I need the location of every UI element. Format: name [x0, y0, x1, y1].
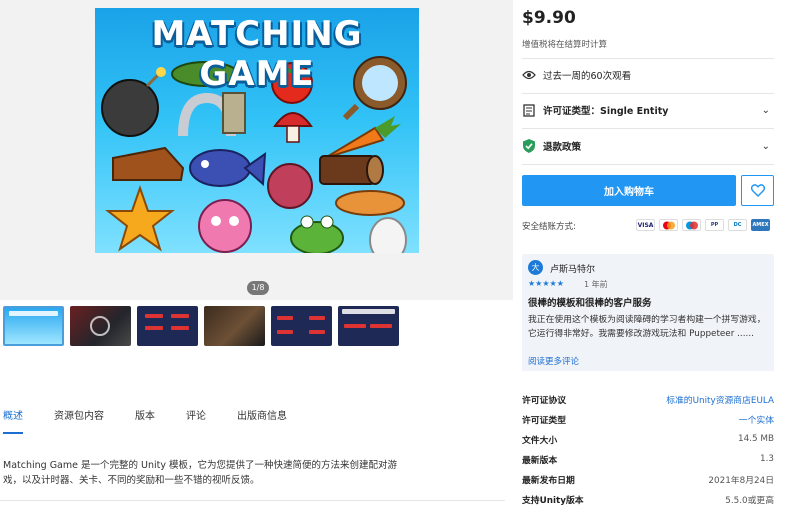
slide-counter: 1/8 [247, 281, 269, 295]
add-to-cart-button[interactable]: 加入购物车 [522, 175, 736, 206]
read-more-reviews-link[interactable]: 阅读更多评论 [528, 355, 579, 367]
chevron-down-icon: ⌄ [761, 140, 770, 152]
payment-methods: VISA PP DC AMEX [636, 219, 770, 231]
divider [0, 500, 505, 501]
thumbnail-button-shape [145, 314, 163, 318]
detail-row-release-date: 最新发布日期 2021年8月24日 [522, 469, 774, 489]
license-type-label: 许可证类型：Single Entity [543, 106, 669, 117]
detail-key: 文件大小 [522, 435, 558, 446]
detail-row-license-type: 许可证类型 一个实体 [522, 409, 774, 429]
star-rating: ★★★★★ [528, 279, 564, 288]
detail-value: 14.5 MB [737, 434, 774, 444]
thumbnail-button-shape [171, 326, 189, 330]
tab-releases[interactable]: 版本 [135, 407, 155, 434]
heart-icon [750, 184, 765, 197]
price: $9.90 [522, 8, 576, 28]
secure-payment-label: 安全结账方式: [522, 222, 576, 232]
detail-row-unity-version: 支持Unity版本 5.5.0或更高 [522, 489, 774, 507]
tab-package-content[interactable]: 资源包内容 [54, 407, 104, 434]
thumbnail-title-bar [342, 309, 395, 314]
media-gallery: MATCHING GAME 1/8 [0, 0, 513, 300]
eula-link[interactable]: 标准的Unity资源商店EULA [666, 393, 774, 406]
amex-icon: AMEX [751, 219, 770, 231]
thumbnail-strip [3, 306, 399, 346]
content-tabs: 概述 资源包内容 版本 评论 出版商信息 [3, 407, 318, 434]
detail-row-eula: 许可证协议 标准的Unity资源商店EULA [522, 389, 774, 409]
thumbnail-3[interactable] [137, 306, 198, 346]
paypal-icon: PP [705, 219, 724, 231]
divider [522, 164, 774, 165]
detail-key: 支持Unity版本 [522, 495, 584, 506]
refund-policy-label: 退款政策 [543, 142, 582, 153]
detail-value: 5.5.0或更高 [725, 495, 774, 506]
favorite-button[interactable] [741, 175, 774, 206]
asset-store-page: MATCHING GAME 1/8 概述 资源包内容 版本 评论 出版商信息 M… [0, 0, 800, 507]
tab-overview[interactable]: 概述 [3, 407, 23, 434]
detail-key: 许可证类型 [522, 415, 566, 426]
refund-policy-dropdown[interactable]: 退款政策 ⌄ [522, 137, 774, 155]
tab-reviews[interactable]: 评论 [186, 407, 206, 434]
play-icon [90, 316, 110, 336]
maestro-icon [682, 219, 701, 231]
detail-row-latest-version: 最新版本 1.3 [522, 449, 774, 469]
thumbnail-4[interactable] [204, 306, 265, 346]
overview-description: Matching Game 是一个完整的 Unity 模板，它为您提供了一种快速… [3, 460, 398, 486]
thumbnail-button-shape [171, 314, 189, 318]
detail-value: 2021年8月24日 [708, 475, 774, 486]
thumbnail-button-shape [145, 326, 163, 330]
thumbnail-5[interactable] [271, 306, 332, 346]
thumbnail-button-shape [370, 324, 392, 328]
thumbnail-1[interactable] [3, 306, 64, 346]
review-card: 大 卢斯马特尔 ★★★★★ 1 年前 很棒的模板和很棒的客户服务 我正在使用这个… [522, 254, 774, 371]
review-title: 很棒的模板和很棒的客户服务 [528, 298, 652, 309]
thumbnail-button-shape [277, 330, 293, 334]
detail-row-file-size: 文件大小 14.5 MB [522, 429, 774, 449]
diners-club-icon: DC [728, 219, 747, 231]
avatar: 大 [528, 260, 543, 275]
detail-key: 许可证协议 [522, 395, 566, 406]
hero-title: MATCHING GAME [151, 14, 363, 94]
hero-image[interactable]: MATCHING GAME [95, 8, 419, 253]
view-count-text: 过去一周的60次观看 [543, 71, 632, 82]
review-author: 卢斯马特尔 [550, 265, 596, 275]
view-count: 过去一周的60次观看 [522, 66, 774, 84]
tab-publisher-info[interactable]: 出版商信息 [237, 407, 287, 434]
thumbnail-title-bar [9, 311, 58, 316]
divider [522, 58, 774, 59]
license-type-link[interactable]: 一个实体 [739, 413, 774, 426]
tax-note: 增值税将在结算时计算 [522, 40, 608, 50]
visa-icon: VISA [636, 219, 655, 231]
mastercard-icon [659, 219, 678, 231]
thumbnail-button-shape [309, 316, 325, 320]
detail-key: 最新发布日期 [522, 475, 575, 486]
eye-icon [522, 68, 536, 82]
thumbnail-button-shape [344, 324, 366, 328]
detail-value: 1.3 [760, 454, 774, 464]
divider [522, 93, 774, 94]
thumbnail-button-shape [309, 330, 325, 334]
thumbnail-6[interactable] [338, 306, 399, 346]
thumbnail-2[interactable] [70, 306, 131, 346]
license-icon [522, 103, 536, 117]
review-time: 1 年前 [584, 280, 608, 289]
divider [522, 128, 774, 129]
detail-key: 最新版本 [522, 455, 558, 466]
review-body: 我正在使用这个模板为阅读障碍的学习者构建一个拼写游戏，它运行得非常好。我需要修改… [528, 315, 766, 339]
shield-check-icon [522, 139, 536, 153]
chevron-down-icon: ⌄ [761, 104, 770, 116]
thumbnail-button-shape [277, 316, 293, 320]
license-type-dropdown[interactable]: 许可证类型：Single Entity ⌄ [522, 101, 774, 119]
